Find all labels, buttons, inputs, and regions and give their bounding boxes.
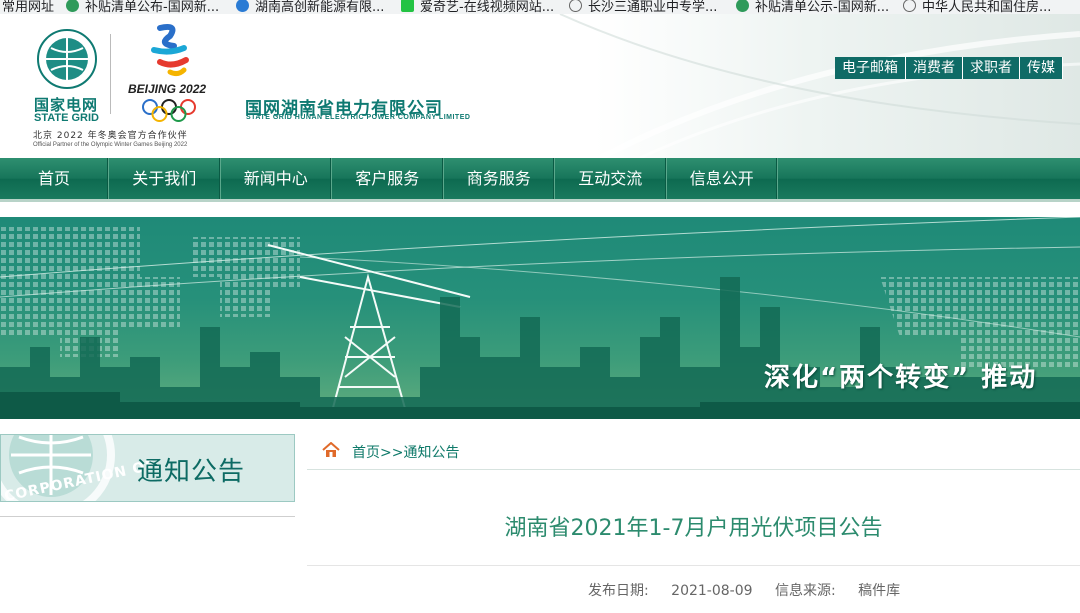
site-favicon-icon — [236, 0, 249, 12]
bookmark-changsha-school[interactable]: 长沙三通职业中专学... — [569, 0, 717, 14]
bookmark-subsidy-notice[interactable]: 补贴清单公示-国网新... — [736, 0, 889, 14]
nav-home[interactable]: 首页 — [0, 158, 109, 199]
toplink-media[interactable]: 传媒 — [1020, 57, 1063, 79]
banner-slogan: 深化“两个转变” 推动 — [764, 363, 1038, 393]
company-name-en: STATE GRID HUNAN ELECTRIC POWER COMPANY … — [246, 114, 471, 121]
sidebar-title: 通知公告 — [137, 457, 246, 487]
site-header: 国家电网 STATE GRID BEIJING 2022 北京 2022 年冬奥… — [0, 14, 1080, 158]
bookmark-iqiyi[interactable]: 爱奇艺-在线视频网站... — [401, 0, 554, 14]
breadcrumb[interactable]: 首页>>通知公告 — [352, 442, 459, 462]
logo-divider — [110, 34, 111, 114]
meta-divider — [307, 565, 1080, 566]
olympic-partner-en: Official Partner of the Olympic Winter G… — [33, 142, 188, 148]
nav-about[interactable]: 关于我们 — [109, 158, 221, 199]
nav-interaction[interactable]: 互动交流 — [555, 158, 667, 199]
state-grid-logo-icon[interactable] — [36, 28, 98, 90]
article-title: 湖南省2021年1-7月户用光伏项目公告 — [504, 516, 883, 541]
site-favicon-icon — [66, 0, 79, 12]
nav-customer-service[interactable]: 客户服务 — [332, 158, 444, 199]
iqiyi-icon — [401, 0, 414, 12]
home-icon[interactable] — [322, 442, 340, 458]
olympic-partner-cn: 北京 2022 年冬奥会官方合作伙伴 — [33, 131, 188, 141]
sidebar-section-header: CORPORATION OF 通知公告 — [0, 434, 295, 502]
toplink-email[interactable]: 电子邮箱 — [835, 57, 906, 79]
bookmark-common-sites[interactable]: 常用网址 — [2, 0, 54, 14]
hero-banner: 深化“两个转变” 推动 — [0, 217, 1080, 419]
main-nav: 首页 关于我们 新闻中心 客户服务 商务服务 互动交流 信息公开 — [0, 158, 1080, 202]
article-meta: 发布日期: 2021-08-09 信息来源: 稿件库 — [588, 580, 918, 600]
bookmark-subsidy-list[interactable]: 补贴清单公布-国网新... — [66, 0, 219, 14]
globe-icon — [903, 0, 916, 12]
date-label: 发布日期: — [588, 583, 649, 599]
nav-business-service[interactable]: 商务服务 — [444, 158, 555, 199]
breadcrumb-bar: 首页>>通知公告 — [307, 432, 1080, 470]
bookmark-hunan-gaochuang[interactable]: 湖南高创新能源有限... — [236, 0, 384, 14]
sidebar-divider — [0, 516, 295, 517]
publish-date: 2021-08-09 — [671, 583, 753, 599]
source-value: 稿件库 — [858, 583, 901, 599]
bookmark-housing-ministry[interactable]: 中华人民共和国住房... — [903, 0, 1051, 14]
toplink-jobseeker[interactable]: 求职者 — [963, 57, 1020, 79]
bookmarks-bar: 常用网址 补贴清单公布-国网新... 湖南高创新能源有限... 爱奇艺-在线视频… — [0, 0, 1080, 14]
beijing-2022-text: BEIJING 2022 — [128, 82, 207, 96]
toplink-consumer[interactable]: 消费者 — [906, 57, 963, 79]
top-links: 电子邮箱 消费者 求职者 传媒 — [835, 57, 1063, 79]
nav-news[interactable]: 新闻中心 — [221, 158, 332, 199]
state-grid-en: STATE GRID — [34, 112, 99, 124]
globe-icon — [569, 0, 582, 12]
olympic-rings-icon — [142, 99, 196, 122]
site-favicon-icon — [736, 0, 749, 12]
beijing-2022-emblem-icon — [151, 24, 189, 77]
nav-info-disclosure[interactable]: 信息公开 — [667, 158, 778, 199]
source-label: 信息来源: — [775, 583, 836, 599]
